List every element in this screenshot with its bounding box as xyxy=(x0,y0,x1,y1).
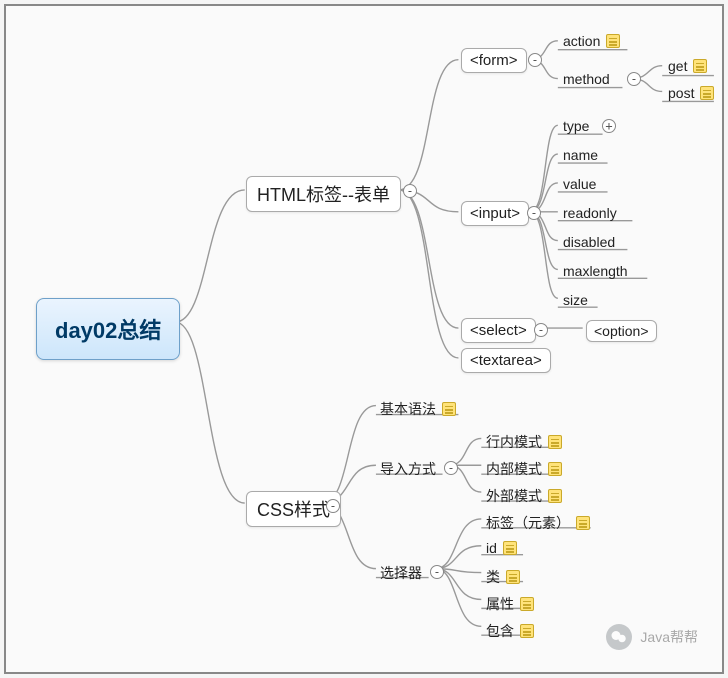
leaf-basic-syntax[interactable]: 基本语法 xyxy=(380,398,456,420)
watermark: Java帮帮 xyxy=(606,624,698,650)
collapse-icon[interactable]: - xyxy=(403,184,417,198)
leaf-get[interactable]: get xyxy=(668,57,707,75)
leaf-name[interactable]: name xyxy=(563,146,598,164)
note-icon[interactable] xyxy=(700,86,714,100)
leaf-inline-mode[interactable]: 行内模式 xyxy=(486,431,562,453)
collapse-icon[interactable]: - xyxy=(627,72,641,86)
leaf-disabled[interactable]: disabled xyxy=(563,233,615,251)
note-icon[interactable] xyxy=(548,435,562,449)
root-label: day02总结 xyxy=(55,318,161,343)
leaf-size[interactable]: size xyxy=(563,291,588,309)
node-selector[interactable]: 选择器 xyxy=(380,562,422,584)
leaf-class-selector[interactable]: 类 xyxy=(486,566,520,588)
note-icon[interactable] xyxy=(520,624,534,638)
leaf-internal-mode[interactable]: 内部模式 xyxy=(486,458,562,480)
collapse-icon[interactable]: - xyxy=(444,461,458,475)
note-icon[interactable] xyxy=(606,34,620,48)
leaf-tag-selector[interactable]: 标签（元素） xyxy=(486,512,590,534)
leaf-readonly[interactable]: readonly xyxy=(563,204,617,222)
collapse-icon[interactable]: - xyxy=(527,206,541,220)
collapse-icon[interactable]: - xyxy=(430,565,444,579)
node-import-mode[interactable]: 导入方式 xyxy=(380,458,436,480)
node-option[interactable]: <option> xyxy=(586,320,657,342)
leaf-id-selector[interactable]: id xyxy=(486,539,517,557)
leaf-action[interactable]: action xyxy=(563,32,620,50)
leaf-external-mode[interactable]: 外部模式 xyxy=(486,485,562,507)
note-icon[interactable] xyxy=(442,402,456,416)
leaf-contain-selector[interactable]: 包含 xyxy=(486,620,534,642)
wechat-icon xyxy=(606,624,632,650)
expand-icon[interactable]: + xyxy=(602,119,616,133)
note-icon[interactable] xyxy=(576,516,590,530)
leaf-type[interactable]: type xyxy=(563,117,589,135)
branch-html-form[interactable]: HTML标签--表单 xyxy=(246,176,401,212)
note-icon[interactable] xyxy=(693,59,707,73)
leaf-attr-selector[interactable]: 属性 xyxy=(486,593,534,615)
node-textarea[interactable]: <textarea> xyxy=(461,348,551,373)
leaf-value[interactable]: value xyxy=(563,175,596,193)
note-icon[interactable] xyxy=(520,597,534,611)
leaf-post[interactable]: post xyxy=(668,84,714,102)
collapse-icon[interactable]: - xyxy=(326,499,340,513)
note-icon[interactable] xyxy=(548,462,562,476)
note-icon[interactable] xyxy=(548,489,562,503)
collapse-icon[interactable]: - xyxy=(534,323,548,337)
node-input[interactable]: <input> xyxy=(461,201,529,226)
leaf-method[interactable]: method xyxy=(563,70,610,88)
watermark-text: Java帮帮 xyxy=(640,627,698,647)
note-icon[interactable] xyxy=(503,541,517,555)
leaf-maxlength[interactable]: maxlength xyxy=(563,262,628,280)
note-icon[interactable] xyxy=(506,570,520,584)
root-topic[interactable]: day02总结 xyxy=(36,298,180,360)
node-form[interactable]: <form> xyxy=(461,48,527,73)
collapse-icon[interactable]: - xyxy=(528,53,542,67)
node-select[interactable]: <select> xyxy=(461,318,536,343)
